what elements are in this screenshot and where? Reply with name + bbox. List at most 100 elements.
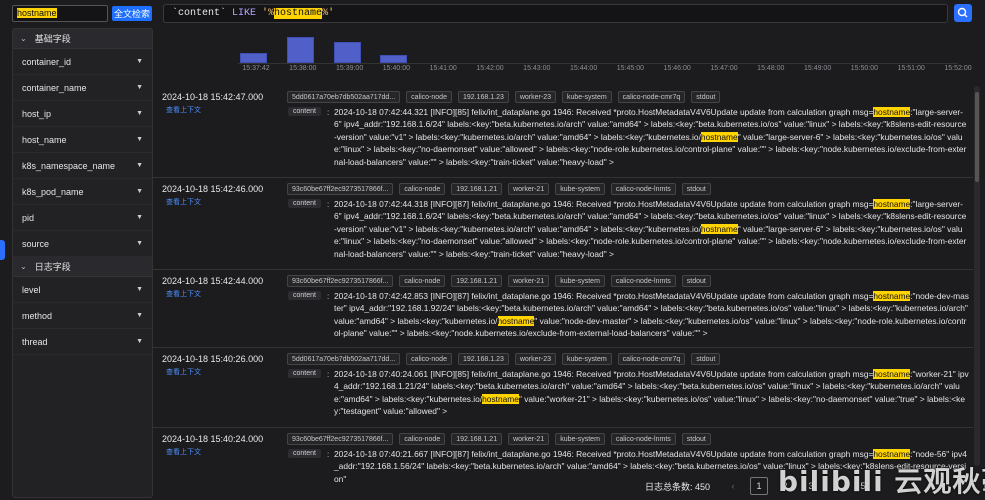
log-tag[interactable]: calico-node-lnmts bbox=[610, 433, 676, 445]
field-item-label: source bbox=[22, 238, 50, 249]
basic-fields-group[interactable]: ⌄ 基础字段 bbox=[13, 29, 152, 49]
field-item-k8s-namespace-name[interactable]: k8s_namespace_name ▼ bbox=[13, 153, 152, 179]
field-item-k8s-pod-name[interactable]: k8s_pod_name ▼ bbox=[13, 179, 152, 205]
log-tag[interactable]: stdout bbox=[691, 91, 721, 103]
log-tag[interactable]: kube-system bbox=[555, 275, 605, 287]
log-fields-group[interactable]: ⌄ 日志字段 bbox=[13, 257, 152, 277]
search-button[interactable] bbox=[954, 4, 972, 22]
histogram-tick-label: 15:52:00 bbox=[944, 65, 972, 72]
content-field-label: content bbox=[288, 199, 321, 208]
field-select[interactable]: hostname bbox=[12, 5, 108, 22]
log-tag[interactable]: calico-node bbox=[399, 183, 446, 195]
field-item-host-ip[interactable]: host_ip ▼ bbox=[13, 101, 152, 127]
log-tag[interactable]: calico-node-lnmts bbox=[610, 183, 676, 195]
histogram-plot bbox=[238, 37, 958, 64]
view-context-link[interactable]: 查看上下文 bbox=[166, 289, 201, 299]
log-tag[interactable]: calico-node bbox=[406, 353, 452, 365]
view-context-link[interactable]: 查看上下文 bbox=[166, 367, 201, 377]
log-tag[interactable]: worker-23 bbox=[514, 353, 556, 365]
log-tag[interactable]: 192.168.1.21 bbox=[451, 433, 503, 445]
log-tag[interactable]: 93c60be67ff2ec9273517866f... bbox=[287, 433, 394, 445]
search-highlight: hostname bbox=[700, 131, 738, 142]
log-tag[interactable]: calico-node-cmr7q bbox=[617, 353, 686, 365]
log-tag[interactable]: 5dd0617a70eb7db502aa717dd... bbox=[287, 91, 401, 103]
log-tag[interactable]: kube-system bbox=[555, 433, 605, 445]
basic-fields-group-label: 基础字段 bbox=[34, 34, 71, 44]
log-tag[interactable]: 192.168.1.21 bbox=[451, 183, 503, 195]
log-tag[interactable]: kube-system bbox=[561, 91, 612, 103]
log-tag[interactable]: 192.168.1.23 bbox=[457, 91, 509, 103]
field-item-host-name[interactable]: host_name ▼ bbox=[13, 127, 152, 153]
log-tag[interactable]: stdout bbox=[681, 433, 711, 445]
log-entry: 2024-10-18 15:42:46.000 查看上下文 93c60be67ff2… bbox=[153, 178, 973, 270]
page-button[interactable]: 1 bbox=[750, 477, 769, 495]
log-tag[interactable]: calico-node bbox=[399, 433, 446, 445]
histogram-tick-label: 15:42:00 bbox=[476, 65, 504, 72]
histogram-tick-label: 15:46:00 bbox=[663, 65, 691, 72]
field-item-method[interactable]: method ▼ bbox=[13, 303, 152, 329]
field-item-pid[interactable]: pid ▼ bbox=[13, 205, 152, 231]
log-text-segment: 2024-10-18 07:42:44.321 [INFO][85] felix… bbox=[334, 107, 874, 117]
caret-down-icon: ▼ bbox=[136, 136, 143, 143]
log-tag[interactable]: stdout bbox=[681, 183, 711, 195]
log-tag[interactable]: 93c60be67ff2ec9273517866f... bbox=[287, 183, 394, 195]
view-context-link[interactable]: 查看上下文 bbox=[166, 197, 201, 207]
query-input[interactable]: `content` LIKE '%hostname%' bbox=[163, 4, 948, 23]
left-edge-handle[interactable] bbox=[0, 240, 5, 260]
log-tag[interactable]: 93c60be67ff2ec9273517866f... bbox=[287, 275, 394, 287]
fulltext-search-button[interactable]: 全文检索 bbox=[112, 6, 152, 21]
search-toolbar: hostname 全文检索 `content` LIKE '%hostname%… bbox=[0, 0, 985, 28]
log-tag[interactable]: calico-node bbox=[399, 275, 446, 287]
histogram-bar[interactable] bbox=[286, 37, 314, 63]
log-histogram: 15:37:42 15:38:00 15:39:00 15:40:00 15:41:00… bbox=[163, 28, 978, 78]
log-text-segment: 2024-10-18 07:40:24.061 [INFO][85] felix… bbox=[334, 369, 874, 379]
log-tag[interactable]: 192.168.1.23 bbox=[457, 353, 509, 365]
field-item-source[interactable]: source ▼ bbox=[13, 231, 152, 257]
histogram-tick-label: 15:41:00 bbox=[429, 65, 457, 72]
search-highlight: hostname bbox=[497, 315, 535, 326]
histogram-tick-label: 15:50:00 bbox=[850, 65, 879, 72]
search-highlight: hostname bbox=[873, 107, 911, 117]
log-tag[interactable]: worker-21 bbox=[508, 275, 550, 287]
field-separator: : bbox=[327, 108, 330, 117]
log-tags: 5dd0617a70eb7db502aa717dd... calico-node 1… bbox=[287, 353, 721, 365]
log-tag[interactable]: worker-21 bbox=[508, 433, 550, 445]
caret-down-icon: ▼ bbox=[136, 240, 143, 247]
field-item-thread[interactable]: thread ▼ bbox=[13, 329, 152, 355]
log-tag[interactable]: worker-21 bbox=[508, 183, 550, 195]
field-item-label: level bbox=[22, 284, 41, 295]
histogram-bar[interactable] bbox=[380, 54, 408, 63]
log-tag[interactable]: calico-node-cmr7q bbox=[617, 91, 686, 103]
search-highlight: hostname bbox=[700, 223, 738, 234]
log-tag[interactable]: worker-23 bbox=[514, 91, 556, 103]
log-tag[interactable]: kube-system bbox=[555, 183, 605, 195]
view-context-link[interactable]: 查看上下文 bbox=[166, 105, 201, 115]
log-text-segment: 2024-10-18 07:42:44.318 [INFO][87] felix… bbox=[334, 199, 874, 209]
search-highlight: hostname bbox=[873, 291, 911, 301]
scrollbar-thumb[interactable] bbox=[975, 92, 979, 182]
log-tag[interactable]: calico-node-lnmts bbox=[610, 275, 676, 287]
histogram-bar[interactable] bbox=[333, 41, 361, 63]
search-icon bbox=[957, 7, 968, 18]
field-item-label: container_name bbox=[22, 82, 87, 93]
prev-page-button[interactable]: ‹ bbox=[724, 477, 742, 495]
log-tag[interactable]: 5dd0617a70eb7db502aa717dd... bbox=[287, 353, 401, 365]
log-tag[interactable]: stdout bbox=[691, 353, 721, 365]
histogram-bar[interactable] bbox=[240, 53, 267, 63]
total-count: 日志总条数: 450 bbox=[645, 481, 711, 492]
log-timestamp: 2024-10-18 15:40:24.000 bbox=[162, 434, 264, 444]
log-tag[interactable]: 192.168.1.21 bbox=[451, 275, 503, 287]
field-item-level[interactable]: level ▼ bbox=[13, 277, 152, 303]
histogram-tick-label: 15:39:00 bbox=[335, 65, 364, 72]
log-tag[interactable]: kube-system bbox=[561, 353, 612, 365]
field-item-label: k8s_pod_name bbox=[22, 186, 84, 197]
caret-down-icon: ▼ bbox=[136, 84, 143, 91]
field-item-container-name[interactable]: container_name ▼ bbox=[13, 75, 152, 101]
log-tag[interactable]: stdout bbox=[681, 275, 711, 287]
histogram-tick-label: 15:44:00 bbox=[569, 65, 598, 72]
field-sidebar: ⌄ 基础字段 container_id ▼ container_name ▼ host_… bbox=[12, 28, 153, 498]
caret-down-icon: ▼ bbox=[136, 162, 143, 169]
field-item-container-id[interactable]: container_id ▼ bbox=[13, 49, 152, 75]
view-context-link[interactable]: 查看上下文 bbox=[166, 447, 201, 457]
log-tag[interactable]: calico-node bbox=[406, 91, 452, 103]
